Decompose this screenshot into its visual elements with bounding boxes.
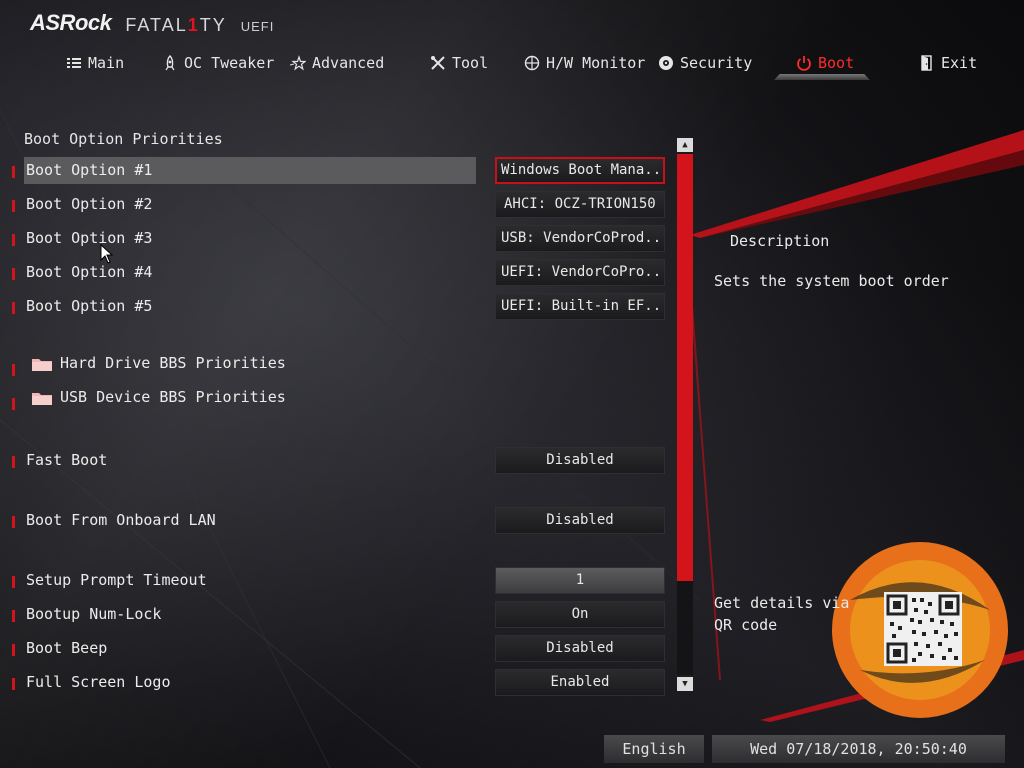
scroll-down-button[interactable]: ▼ <box>677 677 693 691</box>
boot-option-5-label: Boot Option #5 <box>26 297 153 315</box>
item-marker <box>12 576 15 588</box>
item-marker <box>12 456 15 468</box>
tab-security[interactable]: Security <box>658 48 752 78</box>
tab-tool-label: Tool <box>452 54 489 72</box>
item-marker <box>12 268 15 280</box>
fast-boot-label: Fast Boot <box>26 451 108 469</box>
scrollbar-thumb[interactable] <box>677 154 693 581</box>
shield-gear-icon <box>659 56 673 70</box>
item-marker <box>12 398 15 410</box>
item-marker <box>12 516 15 528</box>
boot-onboard-lan-row[interactable]: Boot From Onboard LAN Disabled <box>0 507 670 535</box>
setup-prompt-timeout-row[interactable]: Setup Prompt Timeout 1 <box>0 567 670 595</box>
boot-option-2-row[interactable]: Boot Option #2 AHCI: OCZ-TRION150 <box>0 191 670 219</box>
boot-beep-label: Boot Beep <box>26 639 108 657</box>
folder-icon <box>32 359 52 371</box>
star-icon <box>290 55 306 71</box>
boot-option-5-value[interactable]: UEFI: Built-in EF... <box>495 293 665 320</box>
exit-door-icon <box>921 55 932 71</box>
fast-boot-value[interactable]: Disabled <box>495 447 665 474</box>
boot-option-2-label: Boot Option #2 <box>26 195 153 213</box>
list-icon <box>67 58 81 68</box>
tab-oc-tweaker[interactable]: OC Tweaker <box>162 48 274 78</box>
boot-beep-value[interactable]: Disabled <box>495 635 665 662</box>
active-tab-indicator <box>774 74 870 80</box>
boot-option-5-row[interactable]: Boot Option #5 UEFI: Built-in EF... <box>0 293 670 321</box>
boot-beep-row[interactable]: Boot Beep Disabled <box>0 635 670 663</box>
tab-boot-label: Boot <box>818 54 855 72</box>
brand-series: FATAL1TY <box>125 15 227 35</box>
item-marker <box>12 364 15 376</box>
bootup-numlock-row[interactable]: Bootup Num-Lock On <box>0 601 670 629</box>
setup-prompt-timeout-value[interactable]: 1 <box>495 567 665 594</box>
mouse-cursor-icon <box>100 244 114 264</box>
tab-security-label: Security <box>680 54 753 72</box>
item-marker <box>12 166 15 178</box>
item-marker <box>12 302 15 314</box>
fast-boot-row[interactable]: Fast Boot Disabled <box>0 447 670 475</box>
item-marker <box>12 644 15 656</box>
scroll-up-button[interactable]: ▲ <box>677 138 693 152</box>
tab-hw-monitor-label: H/W Monitor <box>546 54 646 72</box>
tab-boot[interactable]: Boot <box>796 48 854 78</box>
section-title: Boot Option Priorities <box>24 130 223 148</box>
tab-main[interactable]: Main <box>66 48 124 78</box>
boot-option-3-value[interactable]: USB: VendorCoProd... <box>495 225 665 252</box>
boot-option-2-value[interactable]: AHCI: OCZ-TRION150 <box>495 191 665 218</box>
arrow-up-icon: ▲ <box>682 140 688 150</box>
qr-caption: Get details via QR code <box>714 594 850 634</box>
full-screen-logo-label: Full Screen Logo <box>26 673 171 691</box>
main-nav: Main OC Tweaker Advanced Tool H/W Monito… <box>0 48 1024 82</box>
boot-onboard-lan-value[interactable]: Disabled <box>495 507 665 534</box>
power-icon <box>797 56 811 71</box>
boot-option-1-label: Boot Option #1 <box>26 161 153 179</box>
full-screen-logo-value[interactable]: Enabled <box>495 669 665 696</box>
tab-exit-label: Exit <box>941 54 978 72</box>
boot-option-1-row[interactable]: Boot Option #1 Windows Boot Mana... <box>0 157 670 185</box>
qr-code <box>884 592 962 666</box>
tab-exit[interactable]: Exit <box>919 48 977 78</box>
bootup-numlock-label: Bootup Num-Lock <box>26 605 162 623</box>
full-screen-logo-row[interactable]: Full Screen Logo Enabled <box>0 669 670 697</box>
brand-maker: ASRock <box>30 10 112 35</box>
language-selector[interactable]: English <box>604 735 704 763</box>
item-marker <box>12 678 15 690</box>
description-text: Sets the system boot order <box>714 272 949 290</box>
crosshair-icon <box>524 55 540 71</box>
brand-logo: ASRock FATAL1TY UEFI <box>30 10 274 36</box>
boot-onboard-lan-label: Boot From Onboard LAN <box>26 511 216 529</box>
tab-advanced[interactable]: Advanced <box>290 48 384 78</box>
boot-option-1-value[interactable]: Windows Boot Mana... <box>495 157 665 184</box>
hard-drive-bbs-label: Hard Drive BBS Priorities <box>60 354 286 372</box>
hard-drive-bbs-row[interactable]: Hard Drive BBS Priorities <box>0 350 670 378</box>
brand-uefi: UEFI <box>240 19 275 34</box>
folder-icon <box>32 393 52 405</box>
setup-prompt-timeout-label: Setup Prompt Timeout <box>26 571 207 589</box>
rocket-icon <box>165 55 175 71</box>
tab-hw-monitor[interactable]: H/W Monitor <box>524 48 645 78</box>
tab-main-label: Main <box>88 54 125 72</box>
boot-option-3-label: Boot Option #3 <box>26 229 153 247</box>
bootup-numlock-value[interactable]: On <box>495 601 665 628</box>
boot-option-4-value[interactable]: UEFI: VendorCoPro... <box>495 259 665 286</box>
boot-option-4-label: Boot Option #4 <box>26 263 153 281</box>
usb-device-bbs-label: USB Device BBS Priorities <box>60 388 286 406</box>
datetime-display: Wed 07/18/2018, 20:50:40 <box>712 735 1005 763</box>
tools-icon <box>431 56 445 70</box>
item-marker <box>12 610 15 622</box>
qr-code-icon <box>886 594 960 664</box>
item-marker <box>12 200 15 212</box>
tab-tool[interactable]: Tool <box>430 48 488 78</box>
usb-device-bbs-row[interactable]: USB Device BBS Priorities <box>0 384 670 412</box>
tab-advanced-label: Advanced <box>312 54 385 72</box>
tab-oc-tweaker-label: OC Tweaker <box>184 54 275 72</box>
description-title: Description <box>730 232 830 250</box>
arrow-down-icon: ▼ <box>682 679 688 689</box>
item-marker <box>12 234 15 246</box>
